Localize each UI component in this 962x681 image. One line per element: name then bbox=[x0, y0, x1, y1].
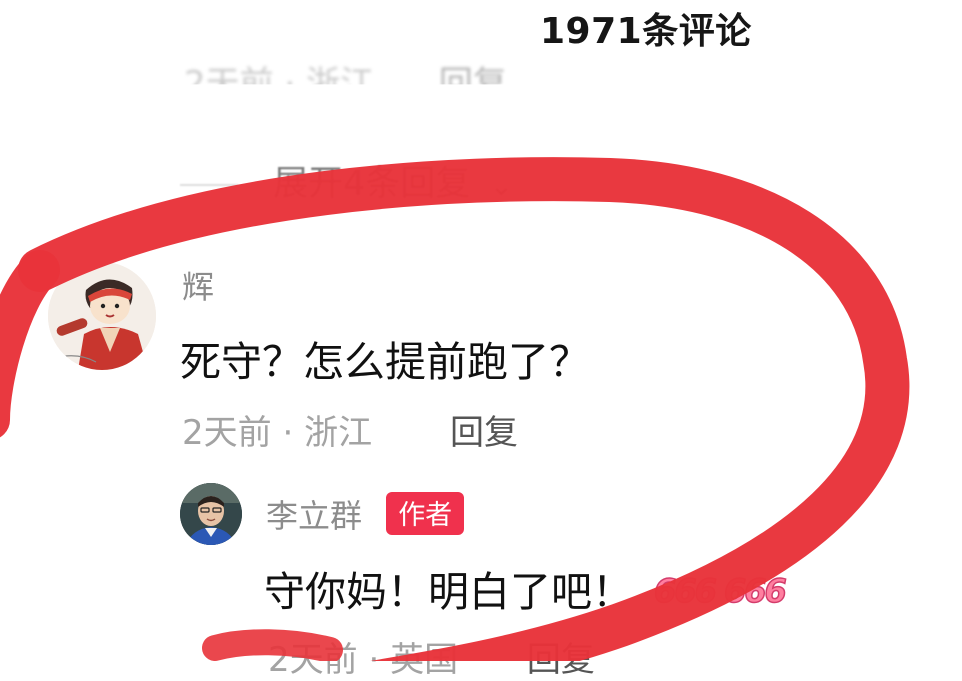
reply-text-row: 守你妈！明白了吧！ 666 666 bbox=[264, 558, 788, 618]
comment-meta: 2天前 · 浙江 回复 bbox=[182, 405, 518, 454]
previous-comment-separator: · bbox=[284, 64, 307, 104]
emoji-666-icon: 666 666 bbox=[653, 571, 787, 611]
comment-reply-button[interactable]: 回复 bbox=[450, 405, 518, 454]
cartoon-character-avatar-icon bbox=[48, 262, 156, 370]
comment-separator: · bbox=[282, 413, 305, 453]
person-photo-avatar-icon bbox=[180, 483, 242, 545]
reply-text: 守你妈！明白了吧！ bbox=[264, 568, 633, 616]
comment-count-title: 1971条评论 bbox=[540, 11, 752, 52]
divider-line bbox=[180, 184, 238, 186]
comment-location: 浙江 bbox=[304, 413, 373, 453]
comment-time: 2天前 bbox=[182, 413, 272, 453]
reply-username-row: 李立群 作者 bbox=[266, 491, 465, 537]
previous-comment-reply-button[interactable]: 回复 bbox=[439, 64, 507, 84]
reply-time: 2天前 bbox=[268, 640, 358, 680]
reply-reply-button[interactable]: 回复 bbox=[527, 640, 595, 680]
previous-comment-meta: 2天前 · 浙江 回复 bbox=[184, 56, 507, 104]
reply-avatar[interactable] bbox=[180, 483, 242, 545]
reply-separator: · bbox=[368, 640, 391, 680]
author-badge: 作者 bbox=[386, 492, 465, 535]
reply-location: 英国 bbox=[390, 640, 459, 680]
previous-comment-location: 浙江 bbox=[306, 64, 375, 104]
previous-comment-time: 2天前 bbox=[184, 64, 274, 104]
avatar[interactable] bbox=[48, 262, 156, 370]
chevron-down-icon: ⌄ bbox=[489, 169, 514, 202]
reply-username[interactable]: 李立群 bbox=[266, 497, 362, 535]
comment-text: 死守？怎么提前跑了？ bbox=[180, 338, 590, 386]
comment-username[interactable]: 辉 bbox=[182, 262, 214, 308]
expand-replies-button[interactable]: 展开4条回复 ⌄ bbox=[180, 155, 513, 206]
reply-meta: 2天前 · 英国 回复 bbox=[268, 632, 595, 681]
expand-replies-label: 展开4条回复 bbox=[273, 164, 471, 204]
